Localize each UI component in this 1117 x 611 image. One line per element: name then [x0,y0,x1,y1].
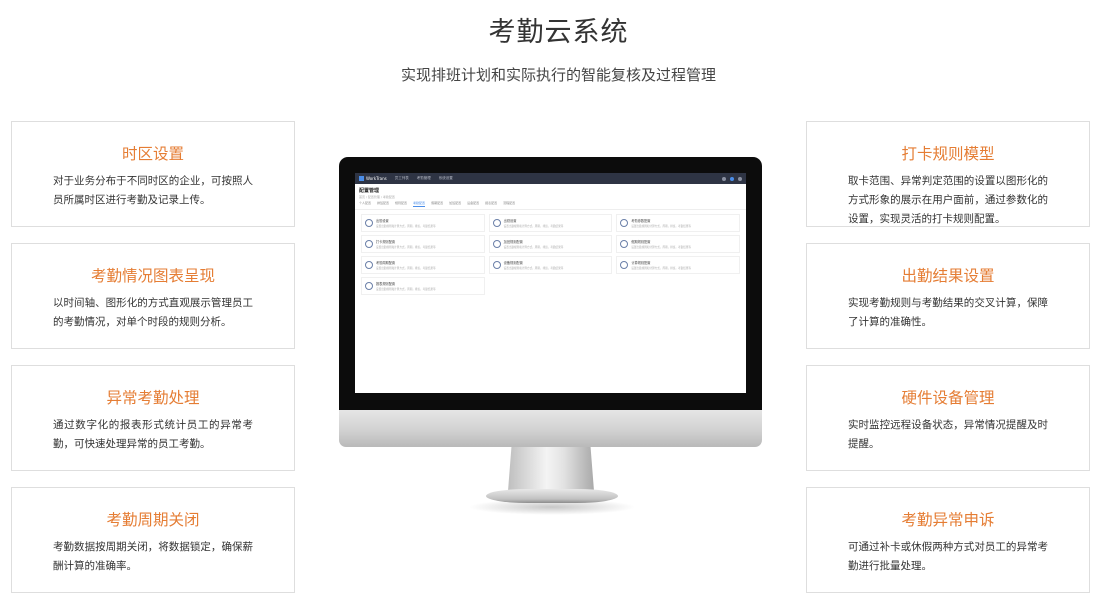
app-tile-sub: 设置出勤规则和计算方式，周期，排班，考勤结果等 [631,225,691,228]
gear-icon [492,261,501,269]
monitor-chin [339,410,762,447]
app-tab-active: 考勤配置 [413,201,426,207]
gear-icon [365,261,373,269]
app-tile-title: 加班规则配置 [503,240,523,244]
app-tile-sub: 设置出勤规则和计算方式，周期，排班，考勤结果等 [376,225,436,228]
app-tile: 考勤周期配置设置出勤规则和计算方式，周期，排班，考勤结果等 [361,256,485,274]
app-topbar: WorkTrans 员工列表 考勤管理 系统设置 [355,173,746,184]
feature-card-hardware: 硬件设备管理 实时监控远程设备状态，异常情况提醒及时提醒。 [806,365,1090,471]
app-tile-title: 设备规则配置 [503,261,523,265]
app-tile-sub: 设置出勤规则和计算方式，周期，排班，考勤结果等 [503,225,564,228]
feature-card-desc: 对于业务分布于不同时区的企业，可按照人员所属时区进行考勤及记录上传。 [53,175,253,206]
monitor-bezel: WorkTrans 员工列表 考勤管理 系统设置 配置管理 首页 / 配置管理 … [339,157,762,410]
logo-icon [359,176,364,181]
app-tile-sub: 设置出勤规则和计算方式，周期，排班，考勤结果等 [376,288,436,291]
app-tile-title: 假期规则配置 [631,240,651,244]
page-subtitle: 实现排班计划和实际执行的智能复核及过程管理 [400,66,716,84]
app-tile: 出勤设置设置出勤规则和计算方式，周期，排班，考勤结果等 [488,214,613,232]
app-tile: 设备规则配置设置出勤规则和计算方式，周期，排班，考勤结果等 [488,256,613,274]
feature-card-title: 硬件设备管理 [901,389,995,407]
feature-card-desc: 实时监控远程设备状态，异常情况提醒及时提醒。 [848,419,1048,450]
feature-card-chart: 考勤情况图表呈现 以时间轴、图形化的方式直观展示管理员工的考勤情况，对单个时段的… [11,243,295,349]
feature-card-title: 出勤结果设置 [901,267,995,285]
app-tabs: 个人配置 排班配置 规则配置 考勤配置 假期配置 加班配置 设备配置 报表配置 … [355,200,746,210]
gear-icon [492,240,501,248]
app-nav-item: 员工列表 [394,176,409,180]
app-tile-title: 出勤设置 [376,219,389,223]
feature-card-title: 考勤周期关闭 [106,511,200,529]
feature-card-desc: 实现考勤规则与考勤结果的交叉计算，保障了计算的准确性。 [848,297,1048,328]
monitor-illustration: WorkTrans 员工列表 考勤管理 系统设置 配置管理 首页 / 配置管理 … [339,157,762,447]
app-tile: 出勤设置设置出勤规则和计算方式，周期，排班，考勤结果等 [361,214,485,232]
app-tile-title: 计算规则配置 [631,261,651,265]
app-tile: 打卡规则配置设置出勤规则和计算方式，周期，排班，考勤结果等 [361,235,485,253]
app-topbar-icons [722,176,742,181]
gear-icon [492,219,501,227]
app-tile: 假期规则配置设置出勤规则和计算方式，周期，排班，考勤结果等 [616,235,740,253]
feature-card-desc: 通过数字化的报表形式统计员工的异常考勤，可快速处理异常的员工考勤。 [53,419,253,450]
page-title: 考勤云系统 [488,17,629,48]
app-tile-title: 考勤参数配置 [631,219,651,223]
app-tab: 加班配置 [449,201,462,205]
app-tab: 假期配置 [431,201,444,205]
notification-icon [730,176,734,181]
app-tile-grid: 出勤设置设置出勤规则和计算方式，周期，排班，考勤结果等 出勤设置设置出勤规则和计… [355,210,746,299]
app-tab: 个人配置 [359,201,372,205]
gear-icon [365,240,373,248]
search-icon [722,176,726,181]
feature-card-title: 考勤情况图表呈现 [90,267,215,285]
app-tab: 设备配置 [467,201,480,205]
app-tile: 加班规则配置设置出勤规则和计算方式，周期，排班，考勤结果等 [488,235,613,253]
feature-card-desc: 以时间轴、图形化的方式直观展示管理员工的考勤情况，对单个时段的规则分析。 [53,297,253,328]
gear-icon [365,282,373,290]
app-nav-item: 系统设置 [438,176,453,180]
feature-card-period-close: 考勤周期关闭 考勤数据按周期关闭，将数据锁定，确保薪酬计算的准确率。 [11,487,295,593]
feature-card-desc: 考勤数据按周期关闭，将数据锁定，确保薪酬计算的准确率。 [53,541,253,572]
app-tile-title: 出勤设置 [503,219,517,223]
feature-card-attendance-result: 出勤结果设置 实现考勤规则与考勤结果的交叉计算，保障了计算的准确性。 [806,243,1090,349]
app-tile-sub: 设置出勤规则和计算方式，周期，排班，考勤结果等 [376,246,436,249]
gear-icon [620,240,629,248]
feature-card-title: 考勤异常申诉 [901,511,995,529]
feature-card-punch-rule: 打卡规则模型 取卡范围、异常判定范围的设置以图形化的方式形象的展示在用户面前，通… [806,121,1090,227]
app-tab: 报表配置 [485,201,498,205]
feature-card-desc: 取卡范围、异常判定范围的设置以图形化的方式形象的展示在用户面前，通过参数化的设置… [848,175,1048,225]
app-heading: 配置管理 [359,188,380,194]
feature-card-desc: 可通过补卡或休假两种方式对员工的异常考勤进行批量处理。 [848,541,1048,572]
gear-icon [620,219,629,227]
app-tile: 报表规则配置设置出勤规则和计算方式，周期，排班，考勤结果等 [361,277,485,295]
app-tile: 考勤参数配置设置出勤规则和计算方式，周期，排班，考勤结果等 [616,214,740,232]
app-tab: 流程配置 [503,201,516,205]
app-logo: WorkTrans [359,176,387,181]
feature-card-exception: 异常考勤处理 通过数字化的报表形式统计员工的异常考勤，可快速处理异常的员工考勤。 [11,365,295,471]
feature-card-appeal: 考勤异常申诉 可通过补卡或休假两种方式对员工的异常考勤进行批量处理。 [806,487,1090,593]
app-tab: 排班配置 [377,201,390,205]
feature-card-title: 异常考勤处理 [106,389,200,407]
app-tile-title: 打卡规则配置 [376,240,396,244]
app-tile: 计算规则配置设置出勤规则和计算方式，周期，排班，考勤结果等 [616,256,740,274]
app-tile-sub: 设置出勤规则和计算方式，周期，排班，考勤结果等 [503,267,564,270]
monitor-shadow [468,499,636,515]
app-logo-text: WorkTrans [366,176,387,181]
gear-icon [620,261,629,269]
app-tile-title: 报表规则配置 [376,282,396,286]
feature-card-title: 打卡规则模型 [901,145,995,163]
gear-icon [365,219,373,227]
app-tile-sub: 设置出勤规则和计算方式，周期，排班，考勤结果等 [631,246,691,249]
app-tile-title: 考勤周期配置 [376,261,396,265]
feature-card-timezone: 时区设置 对于业务分布于不同时区的企业，可按照人员所属时区进行考勤及记录上传。 [11,121,295,227]
app-tile-sub: 设置出勤规则和计算方式，周期，排班，考勤结果等 [631,267,691,270]
page: 考勤云系统 实现排班计划和实际执行的智能复核及过程管理 时区设置 对于业务分布于… [0,0,1117,611]
app-tab: 规则配置 [395,201,408,205]
monitor-screen: WorkTrans 员工列表 考勤管理 系统设置 配置管理 首页 / 配置管理 … [355,173,746,393]
feature-card-title: 时区设置 [121,145,184,163]
app-nav-item: 考勤管理 [416,176,431,180]
app-tile-sub: 设置出勤规则和计算方式，周期，排班，考勤结果等 [503,246,564,249]
app-tile-sub: 设置出勤规则和计算方式，周期，排班，考勤结果等 [376,267,436,270]
avatar [738,176,742,181]
monitor-stand-neck [508,447,594,491]
